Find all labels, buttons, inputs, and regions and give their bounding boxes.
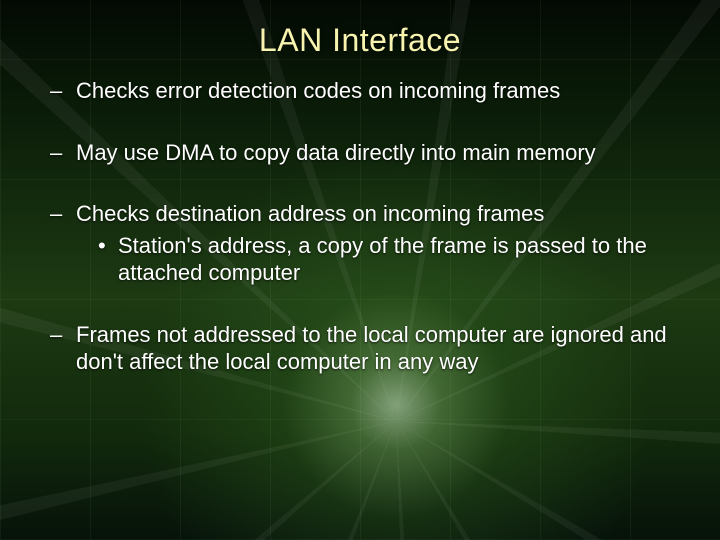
sub-bullet-text: Station's address, a copy of the frame i…: [118, 233, 647, 286]
list-item: Checks error detection codes on incoming…: [50, 77, 680, 105]
sub-list: Station's address, a copy of the frame i…: [76, 232, 680, 287]
bullet-text: May use DMA to copy data directly into m…: [76, 140, 596, 165]
bullet-list: Checks error detection codes on incoming…: [40, 77, 680, 376]
slide: LAN Interface Checks error detection cod…: [0, 0, 720, 540]
sub-list-item: Station's address, a copy of the frame i…: [98, 232, 680, 287]
list-item: Frames not addressed to the local comput…: [50, 321, 680, 376]
slide-title: LAN Interface: [40, 22, 680, 59]
bullet-text: Frames not addressed to the local comput…: [76, 322, 667, 375]
bullet-text: Checks destination address on incoming f…: [76, 201, 544, 226]
list-item: Checks destination address on incoming f…: [50, 200, 680, 287]
list-item: May use DMA to copy data directly into m…: [50, 139, 680, 167]
bullet-text: Checks error detection codes on incoming…: [76, 78, 560, 103]
slide-content: LAN Interface Checks error detection cod…: [0, 0, 720, 376]
